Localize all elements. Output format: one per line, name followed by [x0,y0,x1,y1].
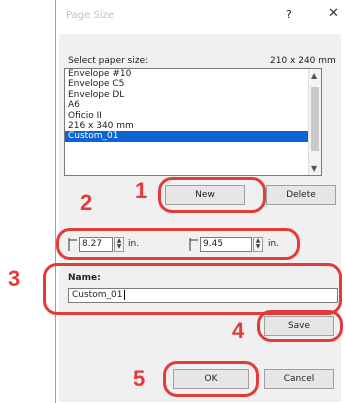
paper-size-value: 210 x 240 mm [270,56,336,66]
paper-size-label: Select paper size: [68,56,149,66]
list-item-custom-01[interactable]: Custom_01 [65,131,321,142]
list-item-envelope-dl[interactable]: Envelope DL [65,90,321,100]
width-unit: in. [128,239,140,249]
close-button[interactable]: ✕ [328,6,339,21]
height-input[interactable]: 9.45 [200,237,252,252]
scroll-up-icon[interactable]: ▲ [311,71,317,80]
paper-width-icon [68,238,77,251]
help-button[interactable]: ? [286,8,292,21]
callout-box-5 [163,361,259,397]
title-bar: Page Size ? ✕ [56,0,345,36]
cancel-button[interactable]: Cancel [264,369,334,389]
list-item-oficio-ii[interactable]: Oficio II [65,111,321,121]
callout-box-1 [158,177,266,213]
height-spinner[interactable]: ▲ ▼ [253,237,263,252]
dialog-title: Page Size [66,10,114,21]
callout-number-3: 3 [8,266,21,291]
list-item-216x340[interactable]: 216 x 340 mm [65,121,321,131]
name-input-text: Custom_01 [72,290,123,300]
list-item-a6[interactable]: A6 [65,100,321,110]
list-item-envelope-10[interactable]: Envelope #10 [65,69,321,79]
callout-number-1: 1 [135,178,148,203]
name-input[interactable]: Custom_01 [68,288,338,303]
callout-number-2: 2 [80,190,93,215]
paper-height-icon [189,238,198,251]
width-input[interactable]: 8.27 [79,237,113,252]
paper-size-list[interactable]: Envelope #10 Envelope C5 Envelope DL A6 … [64,68,322,176]
callout-box-4 [257,310,343,342]
height-unit: in. [268,239,280,249]
callout-number-4: 4 [232,318,245,343]
delete-button[interactable]: Delete [266,185,336,205]
text-caret [124,289,126,300]
callout-number-5: 5 [133,366,146,391]
name-label: Name: [68,273,101,283]
width-spinner[interactable]: ▲ ▼ [114,237,124,252]
scroll-down-icon[interactable]: ▼ [311,164,317,173]
list-scrollbar[interactable]: ▲ ▼ [308,69,321,175]
scroll-thumb[interactable] [311,87,319,151]
list-item-envelope-c5[interactable]: Envelope C5 [65,79,321,89]
